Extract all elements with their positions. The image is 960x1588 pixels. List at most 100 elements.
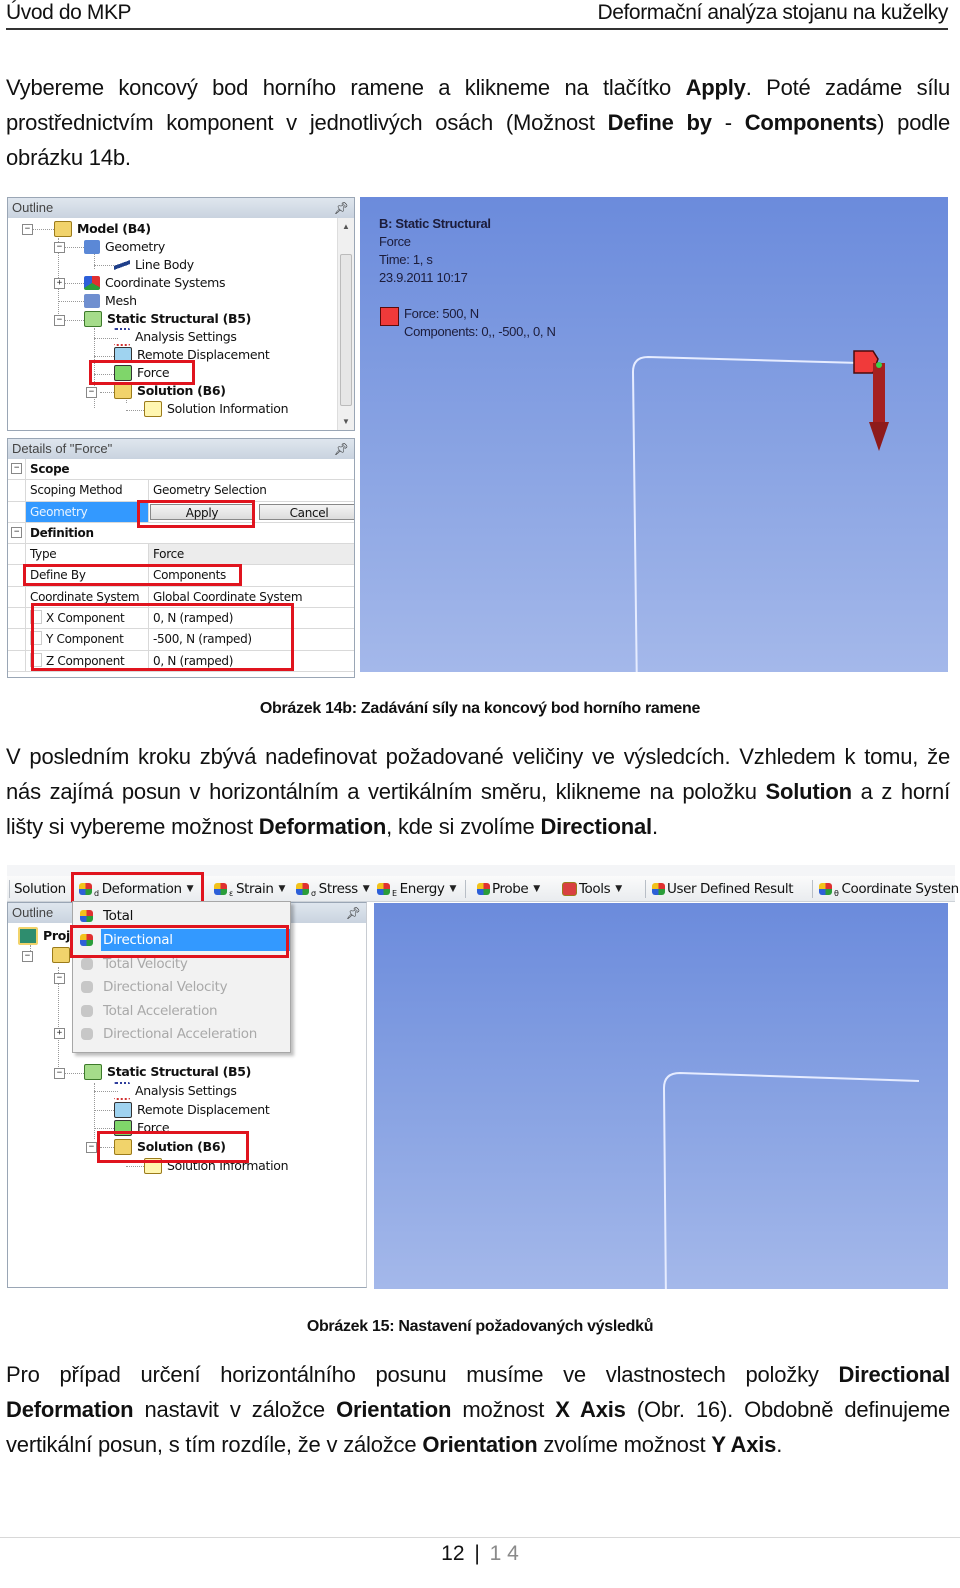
outline-scrollbar[interactable]: ▲ ▼ [337, 218, 354, 430]
tree-item-static-structural[interactable]: Static Structural (B5) [84, 310, 251, 328]
header-left-title: Úvod do MKP [6, 1, 132, 24]
tree-item-static-structural[interactable]: Static Structural (B5) [84, 1063, 251, 1081]
menu-item-directional-velocity[interactable]: Directional Velocity [73, 975, 290, 999]
scroll-down-icon[interactable]: ▼ [338, 417, 354, 426]
tree-item-analysis-settings[interactable]: Analysis Settings [114, 1082, 237, 1100]
cancel-button[interactable]: Cancel [259, 503, 354, 520]
tree-item-geometry[interactable]: Geometry [84, 238, 165, 256]
collapse-icon[interactable]: − [54, 315, 65, 326]
tree-item-solution-information[interactable]: Solution Information [144, 400, 289, 418]
page-number: 12 [441, 1542, 465, 1565]
collapse-icon[interactable]: − [54, 973, 65, 984]
strain-dropdown-button[interactable]: ε Strain ▼ [214, 876, 285, 901]
probe-icon [477, 882, 490, 895]
tree-item-coordinate-systems[interactable]: Coordinate Systems [84, 274, 226, 292]
tree-item-remote-displacement[interactable]: Remote Displacement [114, 1101, 270, 1119]
row-type[interactable]: Type Force [8, 544, 354, 566]
probe-dropdown-button[interactable]: Probe ▼ [477, 876, 540, 901]
tree-item-line-body[interactable]: Line Body [114, 256, 194, 274]
tools-icon [562, 881, 577, 896]
geometry-icon [84, 240, 100, 254]
collapse-icon[interactable]: − [86, 1142, 97, 1153]
outline-tree: − − + − − Model (B4) Geometry Line Body … [8, 218, 338, 430]
details-title-bar: Details of "Force" 📌︎ [8, 439, 354, 459]
pin-icon[interactable]: 📌︎ [334, 439, 349, 459]
collapse-icon[interactable]: − [11, 463, 22, 474]
energy-icon [377, 882, 390, 895]
strain-icon [214, 882, 227, 895]
page-total: 1 4 [489, 1542, 519, 1565]
total-velocity-icon [81, 957, 93, 970]
highlight-apply [137, 500, 255, 528]
collapse-icon[interactable]: − [22, 224, 33, 235]
chevron-down-icon: ▼ [362, 883, 370, 894]
text-run: zvolíme možnost [537, 1432, 712, 1457]
outline-panel: Outline 📌︎ − − + − − Model (B4) Geometry… [7, 197, 355, 431]
collapse-icon[interactable]: − [54, 242, 65, 253]
header-right-title: Deformační analýza stojanu na kuželky [597, 1, 948, 24]
menu-item-total-acceleration[interactable]: Total Acceleration [73, 999, 290, 1023]
bold-term: Deformation [258, 814, 387, 839]
force-arrow-shaft [873, 363, 885, 427]
bold-term: Solution [765, 779, 852, 804]
solution-information-icon [144, 401, 162, 417]
row-scoping-method[interactable]: Scoping Method Geometry Selection [8, 480, 354, 502]
deformation-dropdown-menu: Total Directional Total Velocity Directi… [72, 901, 291, 1053]
collapse-icon[interactable]: − [22, 951, 33, 962]
bold-term: Directional [540, 814, 652, 839]
tree-item-project[interactable]: Proj [18, 927, 70, 945]
chevron-down-icon: ▼ [533, 883, 540, 894]
outline-title: Outline [12, 905, 54, 920]
text-run: Pro případ určení horizontálního posunu … [6, 1362, 839, 1387]
expand-icon[interactable]: + [54, 1028, 65, 1039]
highlight-solution [97, 1131, 249, 1163]
analysis-settings-icon [114, 328, 130, 346]
text-run: nastavit v záložce [133, 1397, 337, 1422]
text-run: . [776, 1432, 783, 1457]
menu-item-total[interactable]: Total [73, 904, 290, 928]
details-title: Details of "Force" [12, 441, 113, 456]
scroll-thumb[interactable] [340, 254, 352, 406]
energy-dropdown-button[interactable]: E Energy ▼ [377, 876, 456, 901]
collapse-icon[interactable]: − [11, 526, 22, 538]
paragraph-1: Vybereme koncový bod horního ramene a kl… [6, 70, 950, 175]
text-run: Vybereme koncový bod horního ramene a kl… [6, 75, 686, 100]
user-defined-result-button[interactable]: User Defined Result [652, 876, 794, 901]
directional-acceleration-icon [81, 1027, 93, 1040]
toolbar-solution-label: Solution [14, 880, 66, 897]
stress-dropdown-button[interactable]: σ Stress ▼ [296, 876, 370, 901]
coordinate-systems-button[interactable]: θ Coordinate Systen [819, 876, 959, 901]
model-icon [52, 947, 70, 963]
collapse-icon[interactable]: − [54, 1068, 65, 1079]
tree-item-analysis-settings[interactable]: Analysis Settings [114, 328, 237, 346]
menu-item-directional-acceleration[interactable]: Directional Acceleration [73, 1022, 290, 1046]
figure-15-caption: Obrázek 15: Nastavení požadovaných výsle… [306, 1318, 654, 1335]
pin-icon[interactable]: 📌︎ [346, 903, 361, 923]
highlight-directional [70, 925, 289, 958]
graphics-viewport[interactable]: B: Static Structural Force Time: 1, s 23… [360, 197, 948, 672]
tools-dropdown-button[interactable]: Tools ▼ [562, 876, 622, 901]
tree-item-mesh[interactable]: Mesh [84, 292, 137, 310]
project-icon [18, 927, 38, 945]
outline-title-bar: Outline 📌︎ [8, 198, 354, 218]
bold-term: Define by [607, 110, 712, 135]
page-separator: | [474, 1542, 480, 1565]
page-header: Úvod do MKP Deformační analýza stojanu n… [6, 0, 948, 30]
remote-displacement-icon [114, 1102, 132, 1118]
directional-velocity-icon [81, 980, 93, 993]
line-body-icon [114, 258, 130, 272]
scroll-up-icon[interactable]: ▲ [338, 222, 354, 231]
text-run: - [711, 110, 745, 135]
model-geometry [631, 350, 889, 672]
bold-term: X Axis [555, 1397, 626, 1422]
tree-item-model[interactable]: Model (B4) [54, 220, 151, 238]
pin-icon[interactable]: 📌︎ [334, 198, 349, 218]
expand-icon[interactable]: + [54, 278, 65, 289]
details-panel: Details of "Force" 📌︎ − Scope Scoping Me… [7, 438, 355, 678]
collapse-icon[interactable]: − [86, 387, 97, 398]
outline-title: Outline [12, 200, 54, 215]
analysis-settings-icon [114, 1082, 130, 1100]
force-arrow-head-icon [869, 422, 889, 451]
section-scope[interactable]: − Scope [8, 459, 354, 481]
graphics-viewport-2[interactable] [374, 903, 948, 1289]
